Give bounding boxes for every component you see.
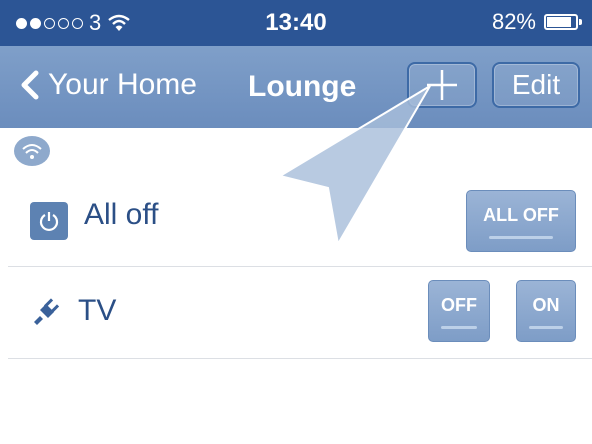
plug-icon xyxy=(30,294,62,331)
list-item-tv: TV OFF ON xyxy=(8,266,592,359)
back-button-label: Your Home xyxy=(48,68,197,101)
status-bar: 3 13:40 82% xyxy=(0,0,592,46)
connection-indicator-icon xyxy=(14,136,50,166)
all-off-button[interactable]: ALL OFF xyxy=(466,190,576,252)
battery-icon xyxy=(544,14,582,30)
list-item-all-off: All off ALL OFF xyxy=(8,170,592,267)
back-button[interactable]: Your Home xyxy=(20,68,197,102)
power-icon xyxy=(30,202,68,240)
row-label: All off xyxy=(84,198,159,231)
navigation-bar: Your Home Lounge Edit xyxy=(0,46,592,128)
tv-off-button[interactable]: OFF xyxy=(428,280,490,342)
edit-button[interactable]: Edit xyxy=(492,62,580,108)
plus-icon xyxy=(427,70,457,100)
row-label: TV xyxy=(78,294,117,327)
battery-percent: 82% xyxy=(491,9,536,34)
battery-status: 82% xyxy=(491,9,582,35)
page-title: Lounge xyxy=(248,70,357,103)
chevron-left-icon xyxy=(21,70,39,100)
add-button[interactable] xyxy=(407,62,477,108)
tv-on-button[interactable]: ON xyxy=(516,280,576,342)
